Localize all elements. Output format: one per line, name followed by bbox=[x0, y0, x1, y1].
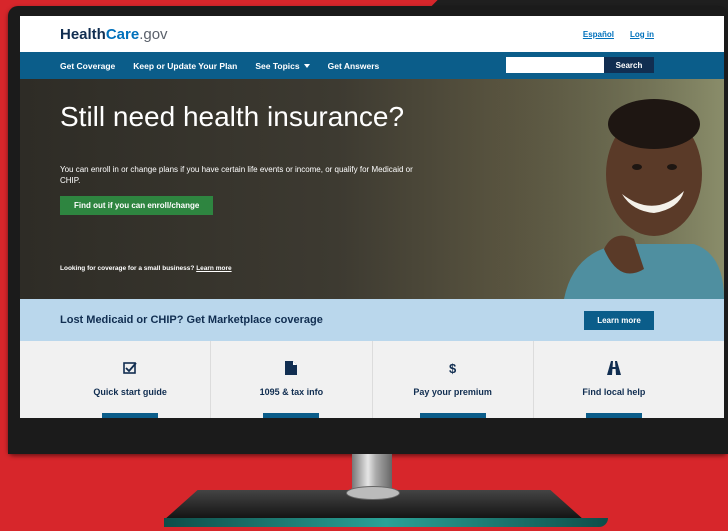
card-pay-premium[interactable]: $ Pay your premium bbox=[373, 341, 534, 421]
card-label: Find local help bbox=[582, 387, 646, 397]
hero-text: You can enroll in or change plans if you… bbox=[60, 165, 413, 185]
checklist-icon bbox=[123, 361, 137, 377]
banner-title: Lost Medicaid or CHIP? Get Marketplace c… bbox=[60, 314, 323, 326]
search-input[interactable] bbox=[506, 57, 604, 73]
login-link[interactable]: Log in bbox=[630, 30, 654, 39]
nav-see-topics-label: See Topics bbox=[255, 60, 300, 71]
logo-care: Care bbox=[105, 25, 140, 43]
nav-get-coverage[interactable]: Get Coverage bbox=[60, 61, 115, 71]
hero-title: Still need health insurance? bbox=[60, 101, 405, 132]
header-links: Español Log in bbox=[583, 30, 654, 39]
monitor-stand-ring bbox=[346, 486, 400, 500]
document-icon bbox=[285, 361, 298, 377]
search-form: Search bbox=[506, 57, 654, 73]
hero-person-image bbox=[494, 79, 724, 299]
search-button[interactable]: Search bbox=[604, 57, 654, 73]
small-business-note: Looking for coverage for a small busines… bbox=[60, 265, 232, 272]
find-out-enroll-button[interactable]: Find out if you can enroll/change bbox=[60, 196, 214, 215]
hero-section: Still need health insurance? You can enr… bbox=[20, 79, 724, 299]
monitor-bezel bbox=[8, 418, 728, 454]
card-label: Quick start guide bbox=[93, 387, 167, 397]
chevron-down-icon bbox=[303, 64, 310, 69]
small-business-learn-more-link[interactable]: Learn more bbox=[196, 265, 231, 272]
banner-learn-more-button[interactable]: Learn more bbox=[584, 310, 654, 330]
card-local-help[interactable]: Find local help bbox=[534, 341, 694, 421]
healthcare-logo[interactable]: HealthCare.gov bbox=[60, 26, 168, 43]
browser-screen: HealthCare.gov Español Log in Get Covera… bbox=[20, 16, 724, 421]
small-business-text: Looking for coverage for a small busines… bbox=[60, 265, 195, 272]
medicaid-banner: Lost Medicaid or CHIP? Get Marketplace c… bbox=[20, 299, 724, 341]
espanol-link[interactable]: Español bbox=[583, 30, 614, 39]
card-quick-start[interactable]: Quick start guide bbox=[50, 341, 212, 421]
monitor-stand-edge bbox=[164, 518, 608, 527]
logo-gov: .gov bbox=[139, 25, 168, 43]
logo-health: Health bbox=[60, 25, 106, 43]
card-label: 1095 & tax info bbox=[259, 387, 324, 397]
nav-see-topics[interactable]: See Topics bbox=[255, 60, 310, 71]
nav-get-answers[interactable]: Get Answers bbox=[328, 61, 380, 71]
monitor: HealthCare.gov Español Log in Get Covera… bbox=[8, 6, 728, 454]
site-header: HealthCare.gov Español Log in bbox=[20, 16, 724, 52]
dollar-icon: $ bbox=[449, 361, 457, 376]
road-icon bbox=[606, 361, 621, 377]
card-tax-info[interactable]: 1095 & tax info bbox=[211, 341, 373, 421]
quick-links: Quick start guide 1095 & tax info $ Pay … bbox=[20, 341, 724, 421]
card-label: Pay your premium bbox=[413, 387, 492, 397]
nav-keep-update-plan[interactable]: Keep or Update Your Plan bbox=[133, 61, 237, 71]
main-nav: Get Coverage Keep or Update Your Plan Se… bbox=[20, 52, 724, 79]
